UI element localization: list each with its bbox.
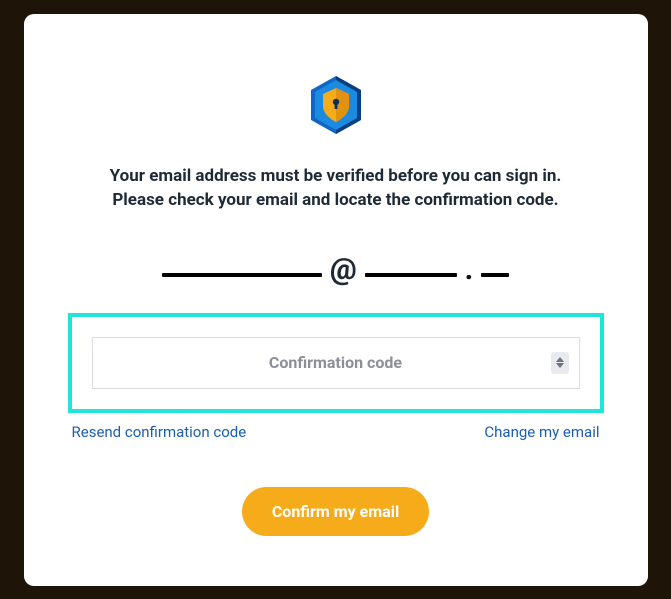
instruction-text: Your email address must be verified befo… bbox=[110, 164, 562, 213]
verify-email-card: Your email address must be verified befo… bbox=[24, 14, 648, 586]
instruction-line-2: Please check your email and locate the c… bbox=[112, 190, 558, 210]
email-local-redacted bbox=[162, 273, 322, 277]
brand-logo bbox=[305, 74, 367, 136]
resend-code-link[interactable]: Resend confirmation code bbox=[72, 423, 247, 441]
email-display: @ . bbox=[162, 255, 509, 285]
confirmation-code-input[interactable] bbox=[93, 338, 579, 388]
confirm-email-button[interactable]: Confirm my email bbox=[242, 487, 429, 536]
secondary-links: Resend confirmation code Change my email bbox=[68, 423, 604, 441]
email-dot: . bbox=[465, 256, 473, 284]
number-stepper[interactable] bbox=[551, 352, 569, 374]
email-tld-redacted bbox=[481, 273, 509, 277]
email-at-symbol: @ bbox=[330, 255, 357, 285]
chevron-down-icon bbox=[556, 363, 564, 368]
confirmation-code-field[interactable] bbox=[92, 337, 580, 389]
instruction-line-1: Your email address must be verified befo… bbox=[110, 166, 562, 186]
change-email-link[interactable]: Change my email bbox=[484, 423, 599, 441]
code-highlight-box bbox=[68, 313, 604, 413]
chevron-up-icon bbox=[556, 357, 564, 362]
shield-hex-icon bbox=[305, 74, 367, 136]
email-domain-redacted bbox=[365, 273, 457, 277]
